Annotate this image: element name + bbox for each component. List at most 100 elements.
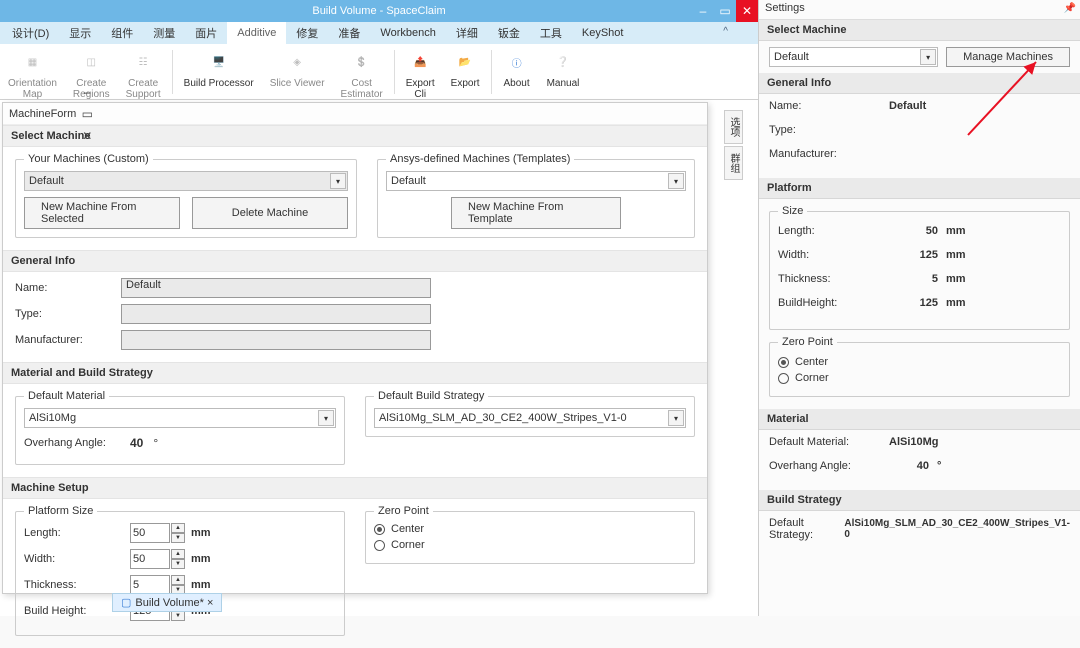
ribbon-slice-viewer[interactable]: ◈Slice Viewer xyxy=(262,46,333,91)
sp-machine-dropdown[interactable]: Default ▾ xyxy=(769,47,938,67)
manual-icon: ❔ xyxy=(549,48,577,76)
sp-platform-hdr: Platform xyxy=(759,178,1080,199)
width-input[interactable]: 50 xyxy=(130,549,170,569)
type-input[interactable] xyxy=(121,304,431,324)
sp-overhang-value: 40 xyxy=(889,460,929,472)
manage-machines-button[interactable]: Manage Machines xyxy=(946,47,1070,67)
pin-icon[interactable]: 📌 xyxy=(1064,3,1076,14)
radio-selected-icon xyxy=(778,357,789,368)
mf-close-button[interactable]: ✕ xyxy=(76,125,98,147)
sp-buildheight-value: 125 xyxy=(898,297,938,309)
ribbon-export[interactable]: 📂Export xyxy=(443,46,488,91)
ansys-templates-dropdown[interactable]: Default ▾ xyxy=(386,171,686,191)
new-from-selected-button[interactable]: New Machine From Selected xyxy=(24,197,180,229)
sp-default-strategy-value: AlSi10Mg_SLM_AD_30_CE2_400W_Stripes_V1-0 xyxy=(844,518,1070,540)
app-min-button[interactable]: ‒ xyxy=(692,0,714,22)
menu-measure[interactable]: 测量 xyxy=(143,22,185,44)
zero-point-fieldset: Zero Point Center Corner xyxy=(365,505,695,564)
mf-general-info-hdr: General Info xyxy=(3,250,707,272)
doc-tab-build-volume[interactable]: ▢ Build Volume* × xyxy=(112,593,222,612)
app-close-button[interactable]: ✕ xyxy=(736,0,758,22)
default-strategy-legend: Default Build Strategy xyxy=(374,390,488,402)
ribbon-cost-estimator[interactable]: 💲Cost Estimator xyxy=(333,46,391,102)
sp-length-label: Length: xyxy=(778,225,898,237)
name-label: Name: xyxy=(15,282,121,294)
sp-thickness-value: 5 xyxy=(898,273,938,285)
app-restore-button[interactable]: ▭ xyxy=(714,0,736,22)
manuf-label: Manufacturer: xyxy=(15,334,121,346)
doc-tab-icon: ▢ xyxy=(121,596,131,609)
sp-buildheight-unit: mm xyxy=(946,297,966,309)
menu-repair[interactable]: 修复 xyxy=(286,22,328,44)
new-from-template-button[interactable]: New Machine From Template xyxy=(451,197,621,229)
menu-keyshot[interactable]: KeyShot xyxy=(572,22,634,44)
mf-max-button[interactable]: ▭ xyxy=(76,103,98,125)
thickness-input[interactable]: 5 xyxy=(130,575,170,595)
zp-corner-radio[interactable]: Corner xyxy=(374,539,686,551)
ribbon-about[interactable]: ⓘAbout xyxy=(495,46,539,91)
ribbon-expand-icon[interactable]: ^ xyxy=(723,26,728,37)
ribbon-export-cli[interactable]: 📤Export Cli xyxy=(398,46,443,102)
cost-estimator-icon: 💲 xyxy=(348,48,376,76)
overhang-value: 40 xyxy=(130,436,143,450)
thickness-label: Thickness: xyxy=(24,579,130,591)
orientation-map-icon: ▦ xyxy=(18,48,46,76)
sp-default-mat-label: Default Material: xyxy=(769,436,889,448)
settings-title: Settings 📌 xyxy=(759,0,1080,20)
mf-min-button[interactable]: ‒ xyxy=(76,81,98,103)
sp-general-info-hdr: General Info xyxy=(759,73,1080,94)
sp-zp-corner-radio[interactable]: Corner xyxy=(778,372,1061,384)
thickness-spinner[interactable]: ▲▼ xyxy=(171,575,185,595)
menu-bar: 设计(D) 显示 组件 测量 面片 Additive 修复 准备 Workben… xyxy=(0,22,758,44)
menu-display[interactable]: 显示 xyxy=(59,22,101,44)
sp-zero-point-fieldset: Zero Point Center Corner xyxy=(769,336,1070,397)
ribbon-create-support[interactable]: ☷Create Support xyxy=(118,46,169,102)
zp-center-radio[interactable]: Center xyxy=(374,523,686,535)
overhang-unit: ° xyxy=(153,436,158,450)
ribbon-build-processor[interactable]: 🖥️Build Processor xyxy=(176,46,262,91)
menu-facets[interactable]: 面片 xyxy=(185,22,227,44)
menu-tools[interactable]: 工具 xyxy=(530,22,572,44)
length-input[interactable]: 50 xyxy=(130,523,170,543)
your-machines-dropdown[interactable]: Default ▾ xyxy=(24,171,348,191)
menu-assembly[interactable]: 组件 xyxy=(101,22,143,44)
sp-overhang-label: Overhang Angle: xyxy=(769,460,889,472)
menu-detail[interactable]: 详细 xyxy=(446,22,488,44)
delete-machine-button[interactable]: Delete Machine xyxy=(192,197,348,229)
width-spinner[interactable]: ▲▼ xyxy=(171,549,185,569)
length-spinner[interactable]: ▲▼ xyxy=(171,523,185,543)
create-support-icon: ☷ xyxy=(129,48,157,76)
create-regions-icon: ◫ xyxy=(77,48,105,76)
sp-width-label: Width: xyxy=(778,249,898,261)
chevron-down-icon: ▾ xyxy=(920,49,936,65)
sp-width-value: 125 xyxy=(898,249,938,261)
ribbon-orientation-map[interactable]: ▦Orientation Map xyxy=(0,46,65,102)
default-strategy-dropdown[interactable]: AlSi10Mg_SLM_AD_30_CE2_400W_Stripes_V1-0… xyxy=(374,408,686,428)
sp-overhang-unit: ° xyxy=(937,460,941,472)
side-tab-2[interactable]: 群组 xyxy=(724,146,743,180)
sp-zp-center-radio[interactable]: Center xyxy=(778,356,1061,368)
menu-sheetmetal[interactable]: 钣金 xyxy=(488,22,530,44)
manuf-input[interactable] xyxy=(121,330,431,350)
default-material-fieldset: Default Material AlSi10Mg ▾ Overhang Ang… xyxy=(15,390,345,465)
menu-additive[interactable]: Additive xyxy=(227,22,286,44)
machineform-window: MachineForm ‒ ▭ ✕ Select Machine Your Ma… xyxy=(2,102,708,594)
settings-panel: Settings 📌 Select Machine Default ▾ Mana… xyxy=(758,0,1080,616)
sp-manuf-label: Manufacturer: xyxy=(769,148,889,160)
menu-prepare[interactable]: 准备 xyxy=(328,22,370,44)
export-icon: 📂 xyxy=(451,48,479,76)
mf-machine-setup-hdr: Machine Setup xyxy=(3,477,707,499)
sp-zero-point-legend: Zero Point xyxy=(778,336,837,348)
sp-length-value: 50 xyxy=(898,225,938,237)
default-material-dropdown[interactable]: AlSi10Mg ▾ xyxy=(24,408,336,428)
radio-unselected-icon xyxy=(374,540,385,551)
ribbon-manual[interactable]: ❔Manual xyxy=(539,46,588,91)
side-tab-1[interactable]: 选项 xyxy=(724,110,743,144)
menu-design[interactable]: 设计(D) xyxy=(2,22,59,44)
length-label: Length: xyxy=(24,527,130,539)
build-processor-icon: 🖥️ xyxy=(205,48,233,76)
name-input[interactable]: Default xyxy=(121,278,431,298)
menu-workbench[interactable]: Workbench xyxy=(370,22,445,44)
chevron-down-icon: ▾ xyxy=(318,410,334,426)
mf-select-machine-hdr: Select Machine xyxy=(3,125,707,147)
